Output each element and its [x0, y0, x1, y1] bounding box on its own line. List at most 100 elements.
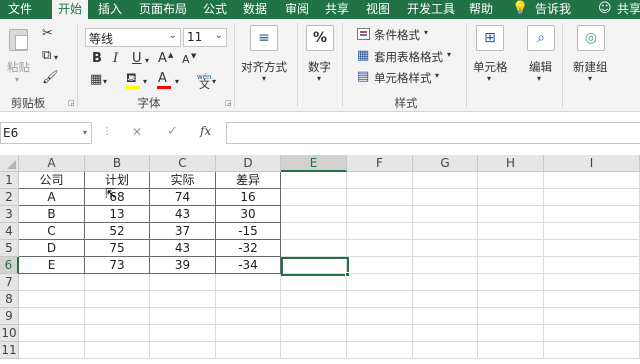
cell-d2[interactable]: 16	[216, 189, 281, 206]
cell-f2[interactable]	[347, 189, 413, 206]
cell-b4[interactable]: 52	[85, 223, 150, 240]
row-header-11[interactable]: 11	[0, 342, 19, 359]
cell-h2[interactable]	[478, 189, 544, 206]
row-header-2[interactable]: 2	[0, 189, 19, 206]
cell-h7[interactable]	[478, 274, 544, 291]
cell-g8[interactable]	[413, 291, 478, 308]
copy-dropdown-icon[interactable]: ▾	[54, 51, 58, 65]
cell-f1[interactable]	[347, 172, 413, 189]
formula-input[interactable]	[226, 122, 640, 144]
font-size-combobox[interactable]: 11 ⌄	[183, 28, 227, 47]
alignment-label[interactable]: 对齐方式	[241, 59, 287, 75]
cell-e11[interactable]	[281, 342, 347, 359]
cell-c5[interactable]: 43	[150, 240, 216, 257]
italic-button[interactable]: I	[113, 52, 118, 66]
cell-i7[interactable]	[544, 274, 640, 291]
font-color-button[interactable]: A	[158, 72, 167, 86]
tell-me-search[interactable]: 告诉我	[535, 0, 571, 19]
cell-g2[interactable]	[413, 189, 478, 206]
cut-icon[interactable]: ✂	[42, 27, 53, 41]
cell-d7[interactable]	[216, 274, 281, 291]
enter-icon[interactable]: ✓	[167, 124, 178, 139]
cell-h1[interactable]	[478, 172, 544, 189]
cell-b7[interactable]	[85, 274, 150, 291]
tab-share[interactable]: 共享	[325, 0, 349, 19]
paste-label[interactable]: 粘贴	[7, 59, 30, 75]
paste-icon[interactable]	[7, 27, 30, 53]
cell-h6[interactable]	[478, 257, 544, 274]
row-header-9[interactable]: 9	[0, 308, 19, 325]
bold-button[interactable]: B	[92, 52, 102, 66]
cell-i10[interactable]	[544, 325, 640, 342]
cell-b9[interactable]	[85, 308, 150, 325]
font-color-dropdown-icon[interactable]: ▾	[175, 75, 179, 89]
column-header-f[interactable]: F	[347, 155, 413, 172]
cell-d1[interactable]: 差异	[216, 172, 281, 189]
chevron-down-icon[interactable]: ⌄	[169, 30, 177, 41]
column-header-h[interactable]: H	[478, 155, 544, 172]
cell-i9[interactable]	[544, 308, 640, 325]
tab-file[interactable]: 文件	[8, 0, 32, 19]
cell-d4[interactable]: -15	[216, 223, 281, 240]
row-header-3[interactable]: 3	[0, 206, 19, 223]
cell-styles-button[interactable]: 单元格样式	[374, 70, 432, 86]
cell-h4[interactable]	[478, 223, 544, 240]
borders-dropdown-icon[interactable]: ▾	[103, 75, 107, 89]
format-as-table-dropdown-icon[interactable]: ▾	[447, 50, 451, 59]
cell-c6[interactable]: 39	[150, 257, 216, 274]
cell-e10[interactable]	[281, 325, 347, 342]
format-painter-icon[interactable]: 🖌	[42, 71, 59, 85]
column-header-g[interactable]: G	[413, 155, 478, 172]
cell-a1[interactable]: 公司	[19, 172, 85, 189]
name-box-dropdown-icon[interactable]: ▾	[83, 123, 87, 143]
select-all-button[interactable]	[0, 155, 19, 172]
tab-developer[interactable]: 开发工具	[407, 0, 455, 19]
cell-a9[interactable]	[19, 308, 85, 325]
increase-font-button[interactable]: A	[158, 52, 167, 66]
cell-c7[interactable]	[150, 274, 216, 291]
cancel-icon[interactable]: ✕	[132, 125, 142, 139]
cell-a5[interactable]: D	[19, 240, 85, 257]
alignment-icon[interactable]: ≡	[250, 25, 278, 51]
conditional-format-button[interactable]: 条件格式	[374, 27, 420, 43]
name-box[interactable]: E6 ▾	[0, 122, 92, 144]
cell-f5[interactable]	[347, 240, 413, 257]
percent-icon[interactable]: %	[306, 25, 334, 51]
cell-d3[interactable]: 30	[216, 206, 281, 223]
cell-d10[interactable]	[216, 325, 281, 342]
phonetic-dropdown-icon[interactable]: ▾	[212, 75, 216, 89]
cell-g4[interactable]	[413, 223, 478, 240]
cell-h11[interactable]	[478, 342, 544, 359]
underline-button[interactable]: U	[132, 52, 142, 66]
cell-e4[interactable]	[281, 223, 347, 240]
cell-f3[interactable]	[347, 206, 413, 223]
column-header-e[interactable]: E	[281, 155, 347, 172]
cell-g6[interactable]	[413, 257, 478, 274]
row-header-5[interactable]: 5	[0, 240, 19, 257]
cell-h9[interactable]	[478, 308, 544, 325]
cell-i8[interactable]	[544, 291, 640, 308]
cell-a11[interactable]	[19, 342, 85, 359]
cell-h3[interactable]	[478, 206, 544, 223]
cell-b5[interactable]: 75	[85, 240, 150, 257]
row-header-6[interactable]: 6	[0, 257, 19, 274]
cell-h10[interactable]	[478, 325, 544, 342]
cell-b6[interactable]: 73	[85, 257, 150, 274]
cell-b1[interactable]: 计划	[85, 172, 150, 189]
cell-c2[interactable]: 74	[150, 189, 216, 206]
cell-c11[interactable]	[150, 342, 216, 359]
clipboard-launcher-icon[interactable]: ◲	[68, 99, 75, 107]
share-button[interactable]: 共享	[617, 0, 640, 19]
cell-b3[interactable]: 13	[85, 206, 150, 223]
row-header-1[interactable]: 1	[0, 172, 19, 189]
cell-f4[interactable]	[347, 223, 413, 240]
cell-f9[interactable]	[347, 308, 413, 325]
underline-dropdown-icon[interactable]: ▾	[145, 54, 149, 68]
cell-i1[interactable]	[544, 172, 640, 189]
tab-review[interactable]: 审阅	[285, 0, 309, 19]
cell-e9[interactable]	[281, 308, 347, 325]
cell-g11[interactable]	[413, 342, 478, 359]
cell-g3[interactable]	[413, 206, 478, 223]
cell-b11[interactable]	[85, 342, 150, 359]
row-header-4[interactable]: 4	[0, 223, 19, 240]
